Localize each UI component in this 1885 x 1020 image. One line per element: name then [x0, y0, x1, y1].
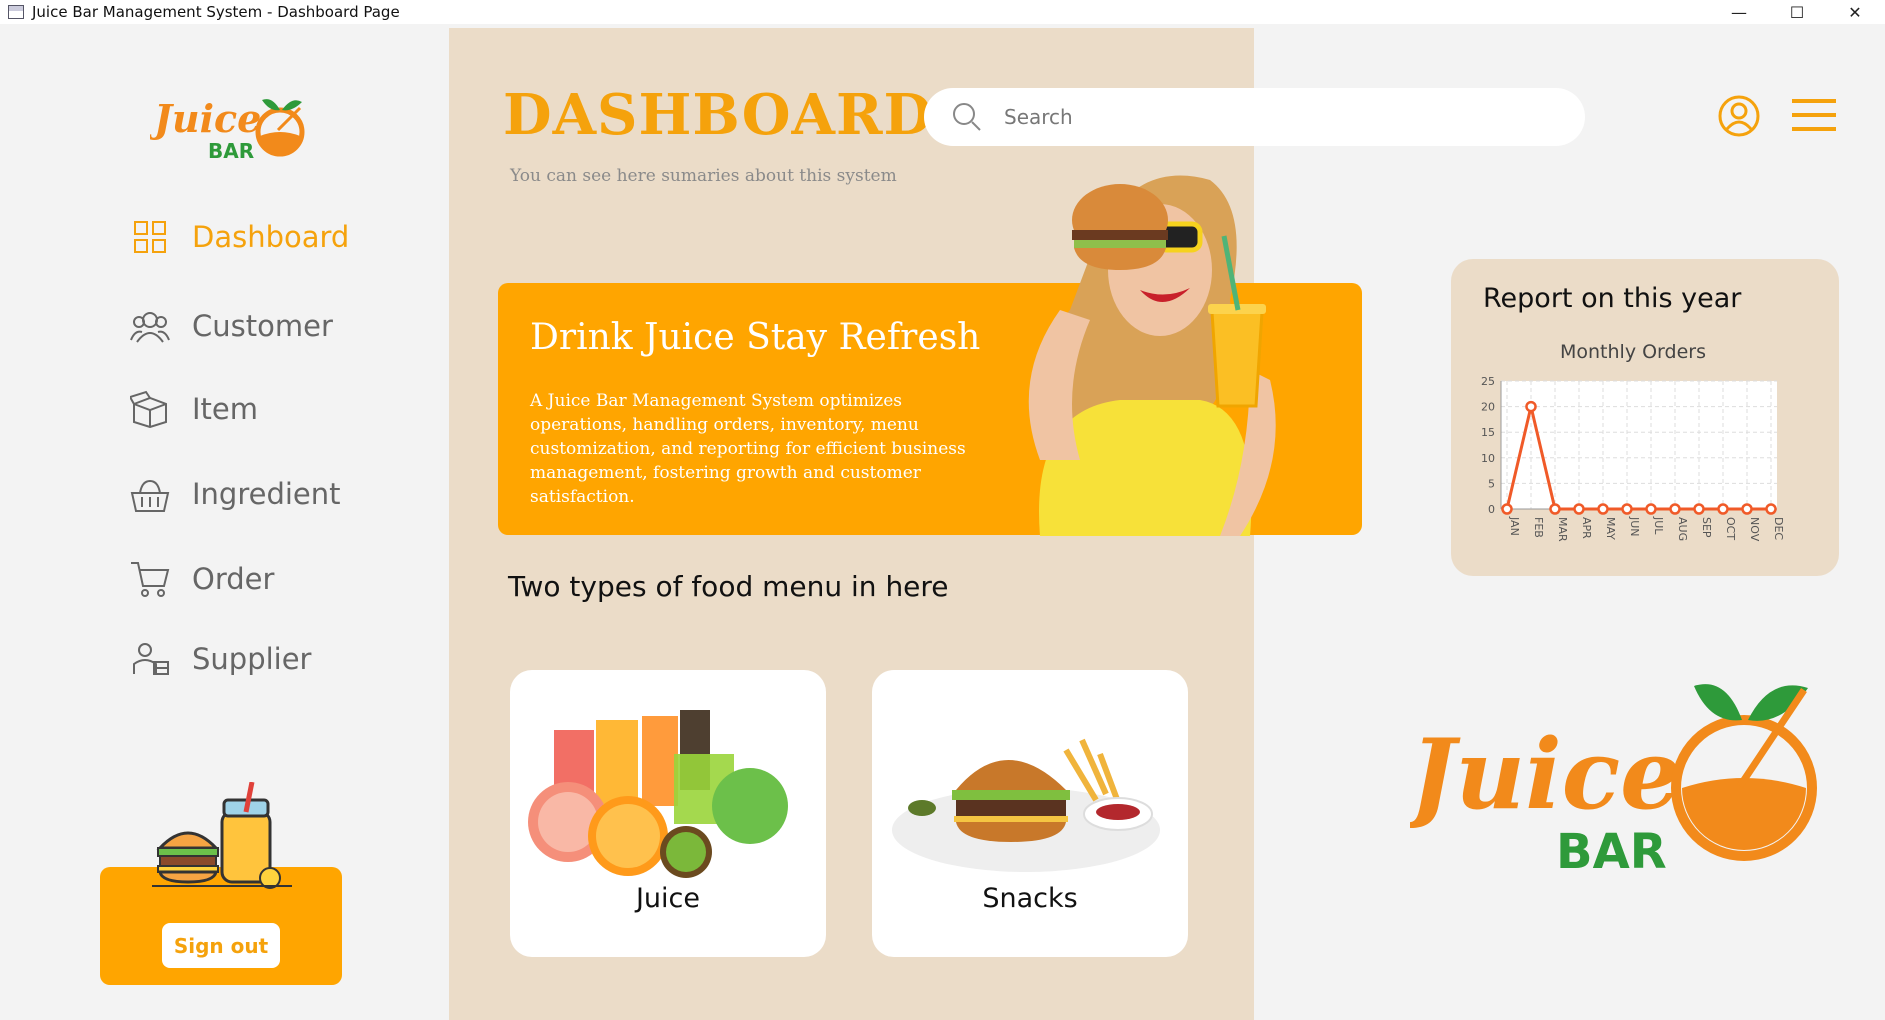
close-button[interactable]: ✕ [1826, 0, 1884, 24]
data-point [1645, 503, 1657, 515]
hamburger-menu-icon[interactable] [1792, 98, 1836, 132]
page-title: DASHBOARD [503, 82, 934, 148]
y-tick-label: 5 [1488, 477, 1495, 490]
svg-text:Juice: Juice [150, 96, 261, 141]
maximize-button[interactable]: ☐ [1768, 0, 1826, 24]
data-point [1621, 503, 1633, 515]
data-point [1573, 503, 1585, 515]
juice-card[interactable]: Juice [510, 670, 826, 957]
monthly-orders-chart: 0 5 10 15 20 25 JAN FEB MAR APR MAY JUN JUL AUG SEP OCT… [1481, 375, 1785, 542]
search-bar[interactable] [924, 88, 1585, 146]
x-tick-label: FEB [1532, 517, 1545, 538]
sign-out-button[interactable]: Sign out [162, 923, 280, 968]
y-tick-label: 10 [1481, 452, 1495, 465]
sidebar-item-label: Item [192, 392, 259, 426]
x-tick-label: JUN [1628, 516, 1641, 537]
basket-icon [130, 474, 170, 514]
box-icon [130, 389, 170, 429]
x-tick-label: NOV [1748, 517, 1761, 542]
x-tick-label: AUG [1676, 517, 1689, 541]
report-card: Report on this year Monthly Orders 0 5 10 1… [1451, 259, 1839, 576]
burger-fries-image [892, 738, 1160, 872]
logo-sub: BAR [1556, 824, 1667, 878]
sidebar-item-ingredient[interactable]: Ingredient [130, 469, 341, 519]
report-title: Report on this year [1483, 283, 1742, 314]
data-point [1501, 503, 1513, 515]
banner-text: A Juice Bar Management System optimizes … [530, 391, 966, 507]
sidebar-item-label: Supplier [192, 642, 312, 676]
x-tick-label: OCT [1724, 517, 1737, 540]
data-point [1741, 503, 1753, 515]
snacks-card[interactable]: Snacks [872, 670, 1188, 957]
banner-title: Drink Juice Stay Refresh [530, 317, 981, 358]
x-tick-label: MAY [1604, 517, 1617, 540]
data-point [1693, 503, 1705, 515]
x-tick-label: SEP [1700, 517, 1713, 538]
x-tick-label: MAR [1556, 517, 1569, 542]
data-point [1669, 503, 1681, 515]
sidebar-item-item[interactable]: Item [130, 384, 258, 434]
app-icon [8, 5, 24, 19]
y-tick-label: 20 [1481, 401, 1495, 414]
sidebar-item-customer[interactable]: Customer [130, 301, 333, 351]
juice-fruits-image [528, 710, 788, 878]
sidebar-item-order[interactable]: Order [130, 554, 274, 604]
woman-burger-juice-image [1000, 160, 1340, 540]
y-tick-label: 25 [1481, 375, 1495, 388]
sidebar-item-label: Ingredient [192, 477, 341, 511]
chart-title: Monthly Orders [1559, 341, 1706, 363]
grid-icon [130, 217, 170, 257]
user-profile-icon[interactable] [1718, 95, 1760, 137]
sidebar-item-label: Customer [192, 309, 333, 343]
sidebar-item-dashboard[interactable]: Dashboard [130, 212, 349, 262]
sidebar-item-label: Order [192, 562, 275, 596]
search-input[interactable] [1004, 105, 1524, 129]
window-titlebar: Juice Bar Management System - Dashboard … [0, 0, 1885, 24]
plot-area [1501, 381, 1777, 509]
x-tick-label: JUL [1652, 516, 1665, 535]
food-card-label: Snacks [982, 883, 1078, 914]
supplier-icon [130, 639, 170, 679]
x-tick-label: JAN [1508, 516, 1521, 536]
menu-heading: Two types of food menu in here [508, 570, 949, 603]
sidebar-item-label: Dashboard [192, 220, 350, 254]
data-point [1549, 503, 1561, 515]
minimize-button[interactable]: — [1710, 0, 1768, 24]
window-title: Juice Bar Management System - Dashboard … [32, 3, 400, 21]
juice-bar-logo: Juice BAR [148, 84, 310, 168]
cart-icon [130, 559, 170, 599]
y-tick-label: 15 [1481, 426, 1495, 439]
sidebar-item-supplier[interactable]: Supplier [130, 634, 311, 684]
data-point [1525, 400, 1537, 413]
y-tick-label: 0 [1488, 503, 1495, 516]
data-point [1765, 503, 1777, 515]
logo-word: Juice [1410, 718, 1681, 831]
users-icon [130, 306, 170, 346]
search-icon [952, 102, 982, 132]
burger-juice-illustration [152, 781, 292, 906]
food-card-label: Juice [635, 883, 701, 914]
data-point [1597, 503, 1609, 515]
x-tick-label: APR [1580, 517, 1593, 539]
x-tick-label: DEC [1772, 517, 1785, 540]
data-point [1717, 503, 1729, 515]
svg-text:BAR: BAR [208, 139, 254, 163]
page-subtitle: You can see here sumaries about this sys… [510, 166, 897, 186]
juice-bar-logo-large: Juice BAR [1394, 668, 1830, 882]
